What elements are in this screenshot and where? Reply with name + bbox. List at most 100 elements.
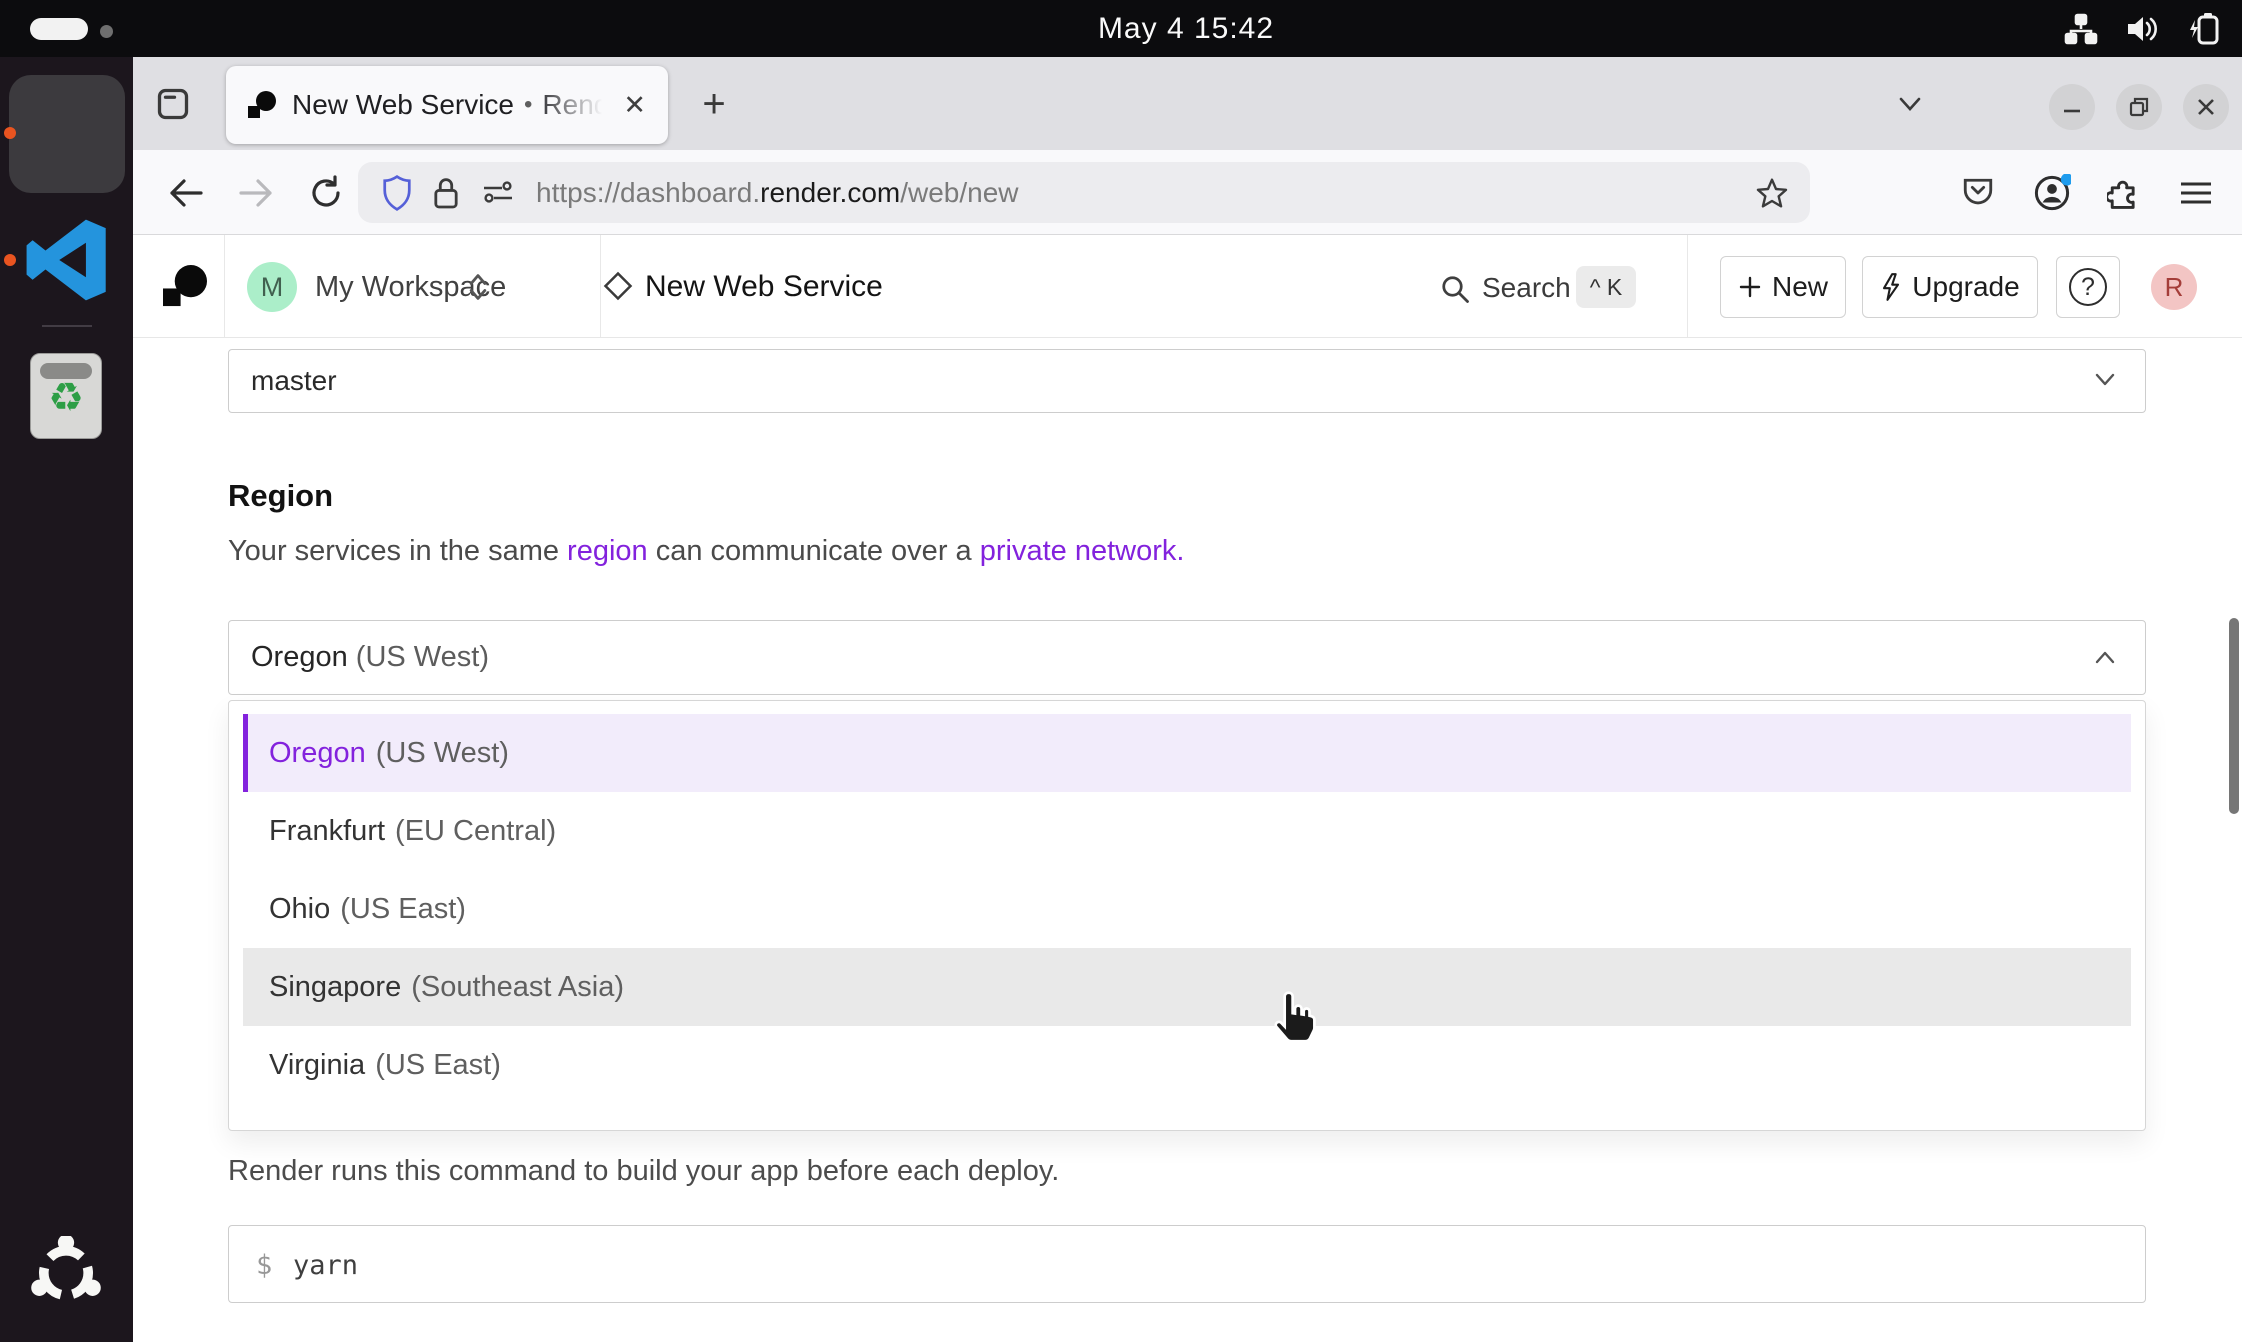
- url-domain: render.com: [760, 177, 900, 208]
- workspace-initial: M: [261, 272, 284, 303]
- workspace-avatar: M: [247, 262, 297, 312]
- region-select-secondary: (US West): [356, 641, 489, 673]
- window-minimize-button[interactable]: [2049, 84, 2095, 130]
- dock-divider: [42, 325, 92, 327]
- option-primary: Virginia: [243, 1049, 365, 1082]
- branch-select-value: master: [251, 365, 337, 397]
- app-header: M My Workspace New Web Service Search ^: [133, 235, 2242, 338]
- tab-title-overflow: Rend: [542, 89, 609, 121]
- build-command-input[interactable]: $ yarn: [228, 1225, 2146, 1303]
- chevron-up-icon: [2091, 647, 2119, 667]
- option-primary: Oregon: [248, 737, 366, 770]
- build-command-description: Render runs this command to build your a…: [228, 1155, 1059, 1188]
- tab-title-separator: •: [524, 91, 532, 119]
- forward-button[interactable]: [231, 168, 281, 218]
- upgrade-button-label: Upgrade: [1912, 271, 2019, 303]
- vscode-running-dot: [4, 254, 16, 266]
- tab-close-icon[interactable]: ✕: [623, 92, 646, 119]
- search-label[interactable]: Search: [1482, 272, 1571, 304]
- page-scrollbar-thumb[interactable]: [2229, 618, 2239, 814]
- region-dropdown-list: Oregon (US West) Frankfurt (EU Central) …: [228, 700, 2146, 1131]
- tab-bar: New Web Service • Rend ✕ +: [133, 57, 2242, 150]
- pocket-icon[interactable]: [1951, 168, 2005, 218]
- new-tab-button[interactable]: +: [689, 79, 739, 129]
- url-text[interactable]: https://dashboard.render.com/web/new: [536, 177, 1019, 209]
- user-avatar[interactable]: R: [2151, 264, 2197, 310]
- option-virginia[interactable]: Virginia (US East): [243, 1026, 2131, 1104]
- window-close-button[interactable]: [2183, 84, 2229, 130]
- back-button[interactable]: [161, 168, 211, 218]
- header-divider: [224, 235, 225, 337]
- search-shortcut-badge: ^ K: [1576, 266, 1636, 308]
- account-icon[interactable]: [2025, 168, 2079, 218]
- url-path: /web/new: [900, 177, 1018, 208]
- system-top-bar: May 4 15:42: [0, 0, 2242, 57]
- option-primary: Singapore: [243, 971, 401, 1004]
- page-title: New Web Service: [645, 270, 883, 304]
- battery-charging-icon: [2188, 12, 2224, 46]
- url-prefix: https://dashboard.: [536, 177, 760, 208]
- help-button[interactable]: ?: [2056, 256, 2120, 318]
- bolt-icon: [1880, 273, 1902, 301]
- system-tray[interactable]: [2064, 0, 2224, 57]
- tracking-shield-icon[interactable]: [382, 175, 412, 211]
- region-select-primary: Oregon: [251, 641, 348, 673]
- vscode-icon[interactable]: [24, 217, 110, 303]
- option-secondary: (Southeast Asia): [411, 971, 624, 1004]
- workspace-indicator-dot: [100, 25, 113, 38]
- option-singapore[interactable]: Singapore (Southeast Asia): [243, 948, 2131, 1026]
- help-label: ?: [2081, 273, 2095, 302]
- volume-icon: [2126, 13, 2160, 45]
- bookmark-star-icon[interactable]: [1756, 177, 1788, 209]
- user-initial: R: [2165, 272, 2184, 303]
- build-command-value: yarn: [293, 1250, 358, 1281]
- plus-icon: [1738, 275, 1762, 299]
- search-icon[interactable]: [1440, 274, 1470, 304]
- private-network-link[interactable]: private network.: [980, 535, 1185, 567]
- tab-list-chevron-icon[interactable]: [1893, 92, 1927, 116]
- render-favicon: [248, 91, 276, 119]
- option-ohio[interactable]: Ohio (US East): [243, 870, 2131, 948]
- new-button[interactable]: New: [1720, 256, 1846, 318]
- url-bar[interactable]: https://dashboard.render.com/web/new: [358, 162, 1810, 223]
- branch-select[interactable]: master: [228, 349, 2146, 413]
- active-tab[interactable]: New Web Service • Rend ✕: [226, 66, 668, 144]
- question-mark-icon: ?: [2069, 268, 2107, 306]
- option-frankfurt[interactable]: Frankfurt (EU Central): [243, 792, 2131, 870]
- header-divider: [600, 235, 601, 337]
- tab-title: New Web Service: [292, 89, 514, 121]
- firefox-icon[interactable]: [25, 90, 109, 174]
- dock: ♻: [0, 57, 133, 1342]
- activities-pill[interactable]: [30, 18, 88, 40]
- ubuntu-logo-icon[interactable]: [29, 1236, 103, 1310]
- firefox-running-dot: [4, 127, 16, 139]
- upgrade-button[interactable]: Upgrade: [1862, 256, 2038, 318]
- browser-window: New Web Service • Rend ✕ +: [133, 57, 2242, 1342]
- system-clock[interactable]: May 4 15:42: [1050, 0, 1322, 57]
- extensions-icon[interactable]: [2097, 168, 2151, 218]
- region-heading: Region: [228, 478, 333, 514]
- region-link[interactable]: region: [567, 535, 648, 567]
- window-restore-button[interactable]: [2116, 84, 2162, 130]
- lock-icon[interactable]: [432, 175, 460, 211]
- reload-button[interactable]: [301, 168, 351, 218]
- region-description: Your services in the same region can com…: [228, 535, 1184, 568]
- workspace-switcher-chevrons-icon[interactable]: [465, 271, 491, 303]
- option-oregon[interactable]: Oregon (US West): [243, 714, 2131, 792]
- option-primary: Ohio: [243, 893, 330, 926]
- new-button-label: New: [1772, 271, 1828, 303]
- option-secondary: (EU Central): [395, 815, 556, 848]
- region-select[interactable]: Oregon (US West): [228, 620, 2146, 695]
- option-secondary: (US East): [375, 1049, 501, 1082]
- navigation-bar: https://dashboard.render.com/web/new: [133, 150, 2242, 235]
- description-text: Your services in the same: [228, 535, 567, 567]
- option-primary: Frankfurt: [243, 815, 385, 848]
- firefox-view-icon[interactable]: [155, 86, 191, 122]
- render-logo-icon[interactable]: [163, 265, 207, 309]
- render-dashboard: M My Workspace New Web Service Search ^: [133, 235, 2242, 1342]
- menu-hamburger-icon[interactable]: [2169, 168, 2223, 218]
- permissions-icon[interactable]: [482, 181, 514, 205]
- prompt-symbol: $: [256, 1250, 272, 1281]
- network-icon: [2064, 13, 2098, 45]
- option-secondary: (US East): [340, 893, 466, 926]
